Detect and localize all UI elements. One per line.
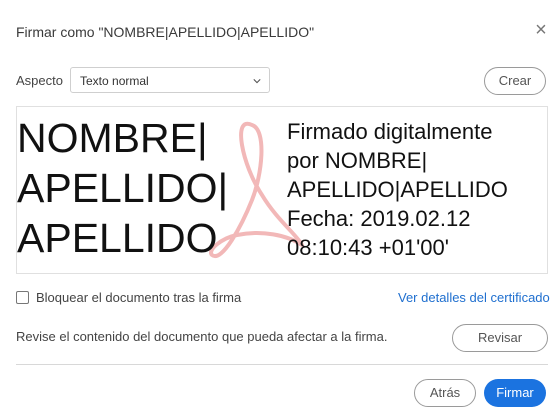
review-notice: Revise el contenido del documento que pu… [16, 329, 388, 344]
signer-name-large: NOMBRE| APELLIDO| APELLIDO [17, 113, 287, 263]
name-line: APELLIDO| [17, 165, 229, 211]
detail-line: APELLIDO|APELLIDO [287, 177, 508, 202]
name-line: NOMBRE| [17, 115, 208, 161]
appearance-dropdown[interactable]: Texto normal [70, 67, 270, 93]
chevron-down-icon [253, 79, 261, 84]
create-button[interactable]: Crear [484, 67, 546, 95]
name-line: APELLIDO [17, 215, 218, 261]
certificate-details-link[interactable]: Ver detalles del certificado [398, 290, 550, 305]
lock-document-option[interactable]: Bloquear el documento tras la firma [16, 290, 241, 305]
appearance-label: Aspecto [16, 73, 63, 88]
detail-line: Firmado digitalmente [287, 119, 493, 144]
detail-line: por NOMBRE| [287, 148, 428, 173]
detail-line: 08:10:43 +01'00' [287, 235, 449, 260]
sign-button[interactable]: Firmar [484, 379, 546, 407]
back-button[interactable]: Atrás [414, 379, 476, 407]
signature-preview: NOMBRE| APELLIDO| APELLIDO Firmado digit… [16, 106, 548, 274]
dialog-titlebar: Firmar como "NOMBRE|APELLIDO|APELLIDO" × [0, 0, 550, 60]
appearance-selected-value: Texto normal [80, 74, 149, 88]
dialog-title: Firmar como "NOMBRE|APELLIDO|APELLIDO" [16, 24, 315, 40]
review-button[interactable]: Revisar [452, 324, 548, 352]
close-icon[interactable]: × [531, 20, 550, 40]
lock-document-checkbox[interactable] [16, 291, 29, 304]
footer-divider [16, 364, 548, 365]
detail-line: Fecha: 2019.02.12 [287, 206, 471, 231]
lock-document-label: Bloquear el documento tras la firma [36, 290, 242, 305]
signature-details: Firmado digitalmente por NOMBRE| APELLID… [287, 117, 547, 262]
